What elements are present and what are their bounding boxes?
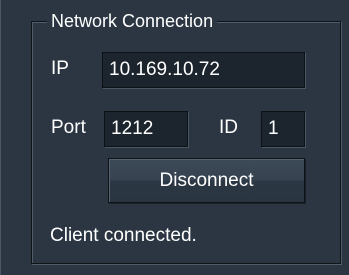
port-label: Port [51,117,86,138]
groupbox-title: Network Connection [47,9,218,33]
connection-status-text: Client connected. [50,225,197,246]
disconnect-button[interactable]: Disconnect [108,158,305,203]
network-connection-panel: Network Connection IP Port ID Disconnect… [0,0,349,275]
id-input[interactable] [261,111,305,147]
id-label: ID [219,117,238,138]
port-input[interactable] [104,111,188,147]
ip-address-input[interactable] [102,52,305,88]
ip-label: IP [51,58,69,79]
